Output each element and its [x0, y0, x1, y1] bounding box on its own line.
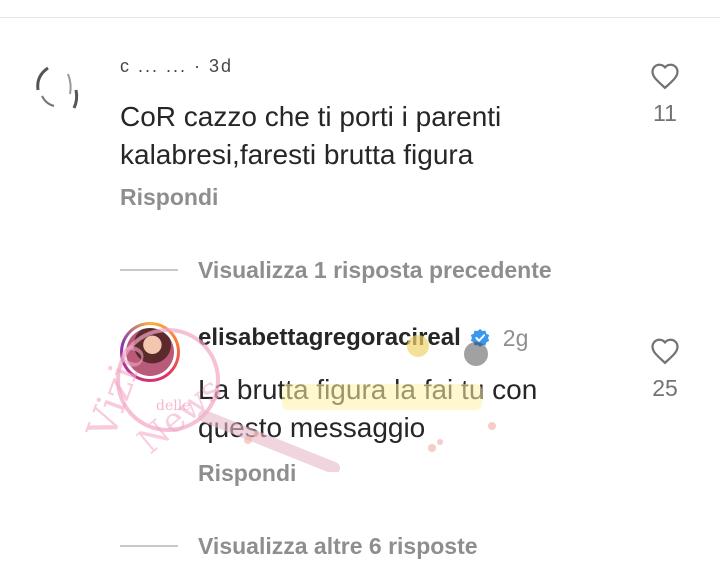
- divider-line: [120, 269, 178, 271]
- verified-badge-icon: [470, 329, 489, 347]
- view-previous-label[interactable]: Visualizza 1 risposta precedente: [198, 257, 552, 284]
- reply-username[interactable]: elisabettagregoracireal: [198, 324, 461, 352]
- reply-button[interactable]: Rispondi: [120, 184, 218, 211]
- comment-text: CoR cazzo che ti porti i parenti kalabre…: [120, 101, 502, 170]
- view-more-label[interactable]: Visualizza altre 6 risposte: [198, 533, 478, 560]
- reply-text: La brutta figura la fai tu con questo me…: [198, 374, 538, 443]
- reply-time: 2g: [502, 324, 529, 351]
- view-more-replies[interactable]: Visualizza altre 6 risposte: [120, 531, 478, 561]
- watermark-text: delle: [156, 398, 191, 414]
- comment-username[interactable]: c ... ... · 3d: [120, 56, 233, 77]
- divider-line: [120, 545, 178, 547]
- view-previous-replies[interactable]: Visualizza 1 risposta precedente: [120, 255, 552, 285]
- like-count: 11: [653, 100, 677, 126]
- heart-outline-icon[interactable]: [650, 337, 680, 365]
- like-count: 25: [652, 375, 678, 401]
- avatar[interactable]: [120, 322, 180, 382]
- heart-outline-icon[interactable]: [650, 62, 680, 90]
- reply-header: elisabettagregoracireal 2g: [198, 324, 528, 352]
- avatar[interactable]: [28, 60, 92, 124]
- top-divider: [0, 17, 720, 18]
- avatar-ring-gap: [123, 325, 177, 379]
- avatar-photo: [126, 328, 174, 376]
- reply-button[interactable]: Rispondi: [198, 460, 296, 487]
